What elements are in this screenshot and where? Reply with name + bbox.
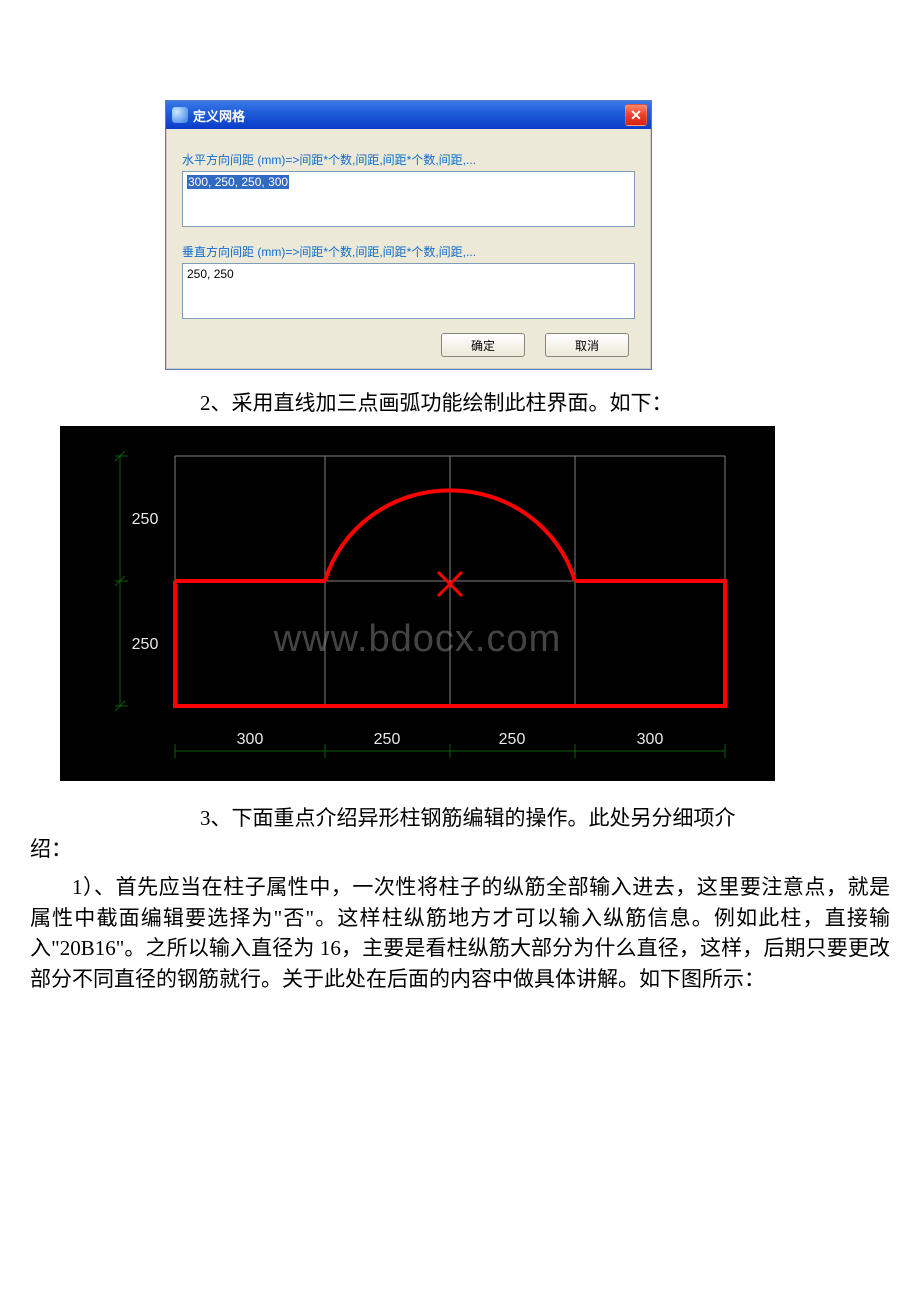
horizontal-spacing-input[interactable]: 300, 250, 250, 300 — [182, 171, 635, 227]
dialog-title: 定义网格 — [193, 106, 625, 125]
dialog-titlebar: 定义网格 ✕ — [166, 101, 651, 129]
dialog-body: 水平方向间距 (mm)=>间距*个数,间距,间距*个数,间距,... 300, … — [166, 129, 651, 369]
dim-col-0: 300 — [237, 731, 264, 748]
paragraph-body: 1）、首先应当在柱子属性中，一次性将柱子的纵筋全部输入进去，这里要注意点，就是属… — [30, 872, 890, 994]
paragraph-2: 2、采用直线加三点画弧功能绘制此柱界面。如下： — [30, 388, 890, 418]
cad-drawing: 250 250 300 250 250 300 www.bdocx.com — [60, 426, 775, 781]
dim-row-1: 250 — [132, 636, 159, 653]
vertical-spacing-label: 垂直方向间距 (mm)=>间距*个数,间距,间距*个数,间距,... — [182, 243, 635, 260]
close-icon[interactable]: ✕ — [625, 104, 647, 126]
horizontal-spacing-label: 水平方向间距 (mm)=>间距*个数,间距,间距*个数,间距,... — [182, 151, 635, 168]
vertical-spacing-input[interactable]: 250, 250 — [182, 263, 635, 319]
app-icon — [172, 107, 188, 123]
dim-col-1: 250 — [374, 731, 401, 748]
cancel-button[interactable]: 取消 — [545, 333, 629, 357]
dim-col-3: 300 — [637, 731, 664, 748]
dim-col-2: 250 — [499, 731, 526, 748]
paragraph-3: 3、下面重点介绍异形柱钢筋编辑的操作。此处另分细项介 绍： — [30, 803, 890, 864]
cad-svg: 250 250 300 250 250 300 — [60, 426, 775, 781]
ok-button[interactable]: 确定 — [441, 333, 525, 357]
dim-row-0: 250 — [132, 511, 159, 528]
define-grid-dialog: 定义网格 ✕ 水平方向间距 (mm)=>间距*个数,间距,间距*个数,间距,..… — [165, 100, 652, 370]
